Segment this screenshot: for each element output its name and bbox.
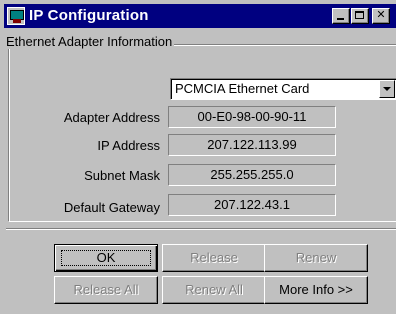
close-button[interactable]: ✕ <box>372 8 390 24</box>
more-info-label: More Info >> <box>279 282 353 297</box>
renew-all-button[interactable]: Renew All <box>162 276 266 304</box>
release-all-button[interactable]: Release All <box>54 276 158 304</box>
group-label: Ethernet Adapter Information <box>4 34 175 49</box>
dropdown-button[interactable] <box>379 80 395 98</box>
release-label: Release <box>190 250 238 265</box>
release-button[interactable]: Release <box>162 244 266 272</box>
release-all-label: Release All <box>73 282 139 297</box>
chevron-down-icon <box>383 87 391 91</box>
subnet-mask-label: Subnet Mask <box>84 168 160 183</box>
minimize-icon <box>337 18 344 20</box>
adapter-address-label: Adapter Address <box>63 110 160 125</box>
network-config-icon <box>7 7 25 25</box>
separator <box>6 228 396 230</box>
ok-label: OK <box>96 250 116 265</box>
ip-config-window: IP Configuration ✕ Ethernet Adapter Info… <box>0 0 396 314</box>
title-bar[interactable]: IP Configuration ✕ <box>4 4 396 28</box>
renew-button[interactable]: Renew <box>264 244 368 272</box>
ip-address-label: IP Address <box>97 138 160 153</box>
minimize-button[interactable] <box>332 8 350 24</box>
subnet-mask-field: 255.255.255.0 <box>168 164 336 186</box>
adapter-select-value: PCMCIA Ethernet Card <box>175 81 310 96</box>
maximize-icon <box>355 11 364 19</box>
ip-address-field: 207.122.113.99 <box>168 134 336 156</box>
close-icon: ✕ <box>376 9 386 21</box>
ok-button[interactable]: OK <box>54 244 158 272</box>
window-title: IP Configuration <box>29 7 149 24</box>
default-gateway-label: Default Gateway <box>63 200 160 215</box>
renew-all-label: Renew All <box>185 282 243 297</box>
adapter-select[interactable]: PCMCIA Ethernet Card <box>170 78 396 100</box>
more-info-button[interactable]: More Info >> <box>264 276 368 304</box>
maximize-button[interactable] <box>351 8 369 24</box>
default-gateway-field: 207.122.43.1 <box>168 194 336 216</box>
adapter-address-field: 00-E0-98-00-90-11 <box>168 106 336 128</box>
renew-label: Renew <box>295 250 337 265</box>
